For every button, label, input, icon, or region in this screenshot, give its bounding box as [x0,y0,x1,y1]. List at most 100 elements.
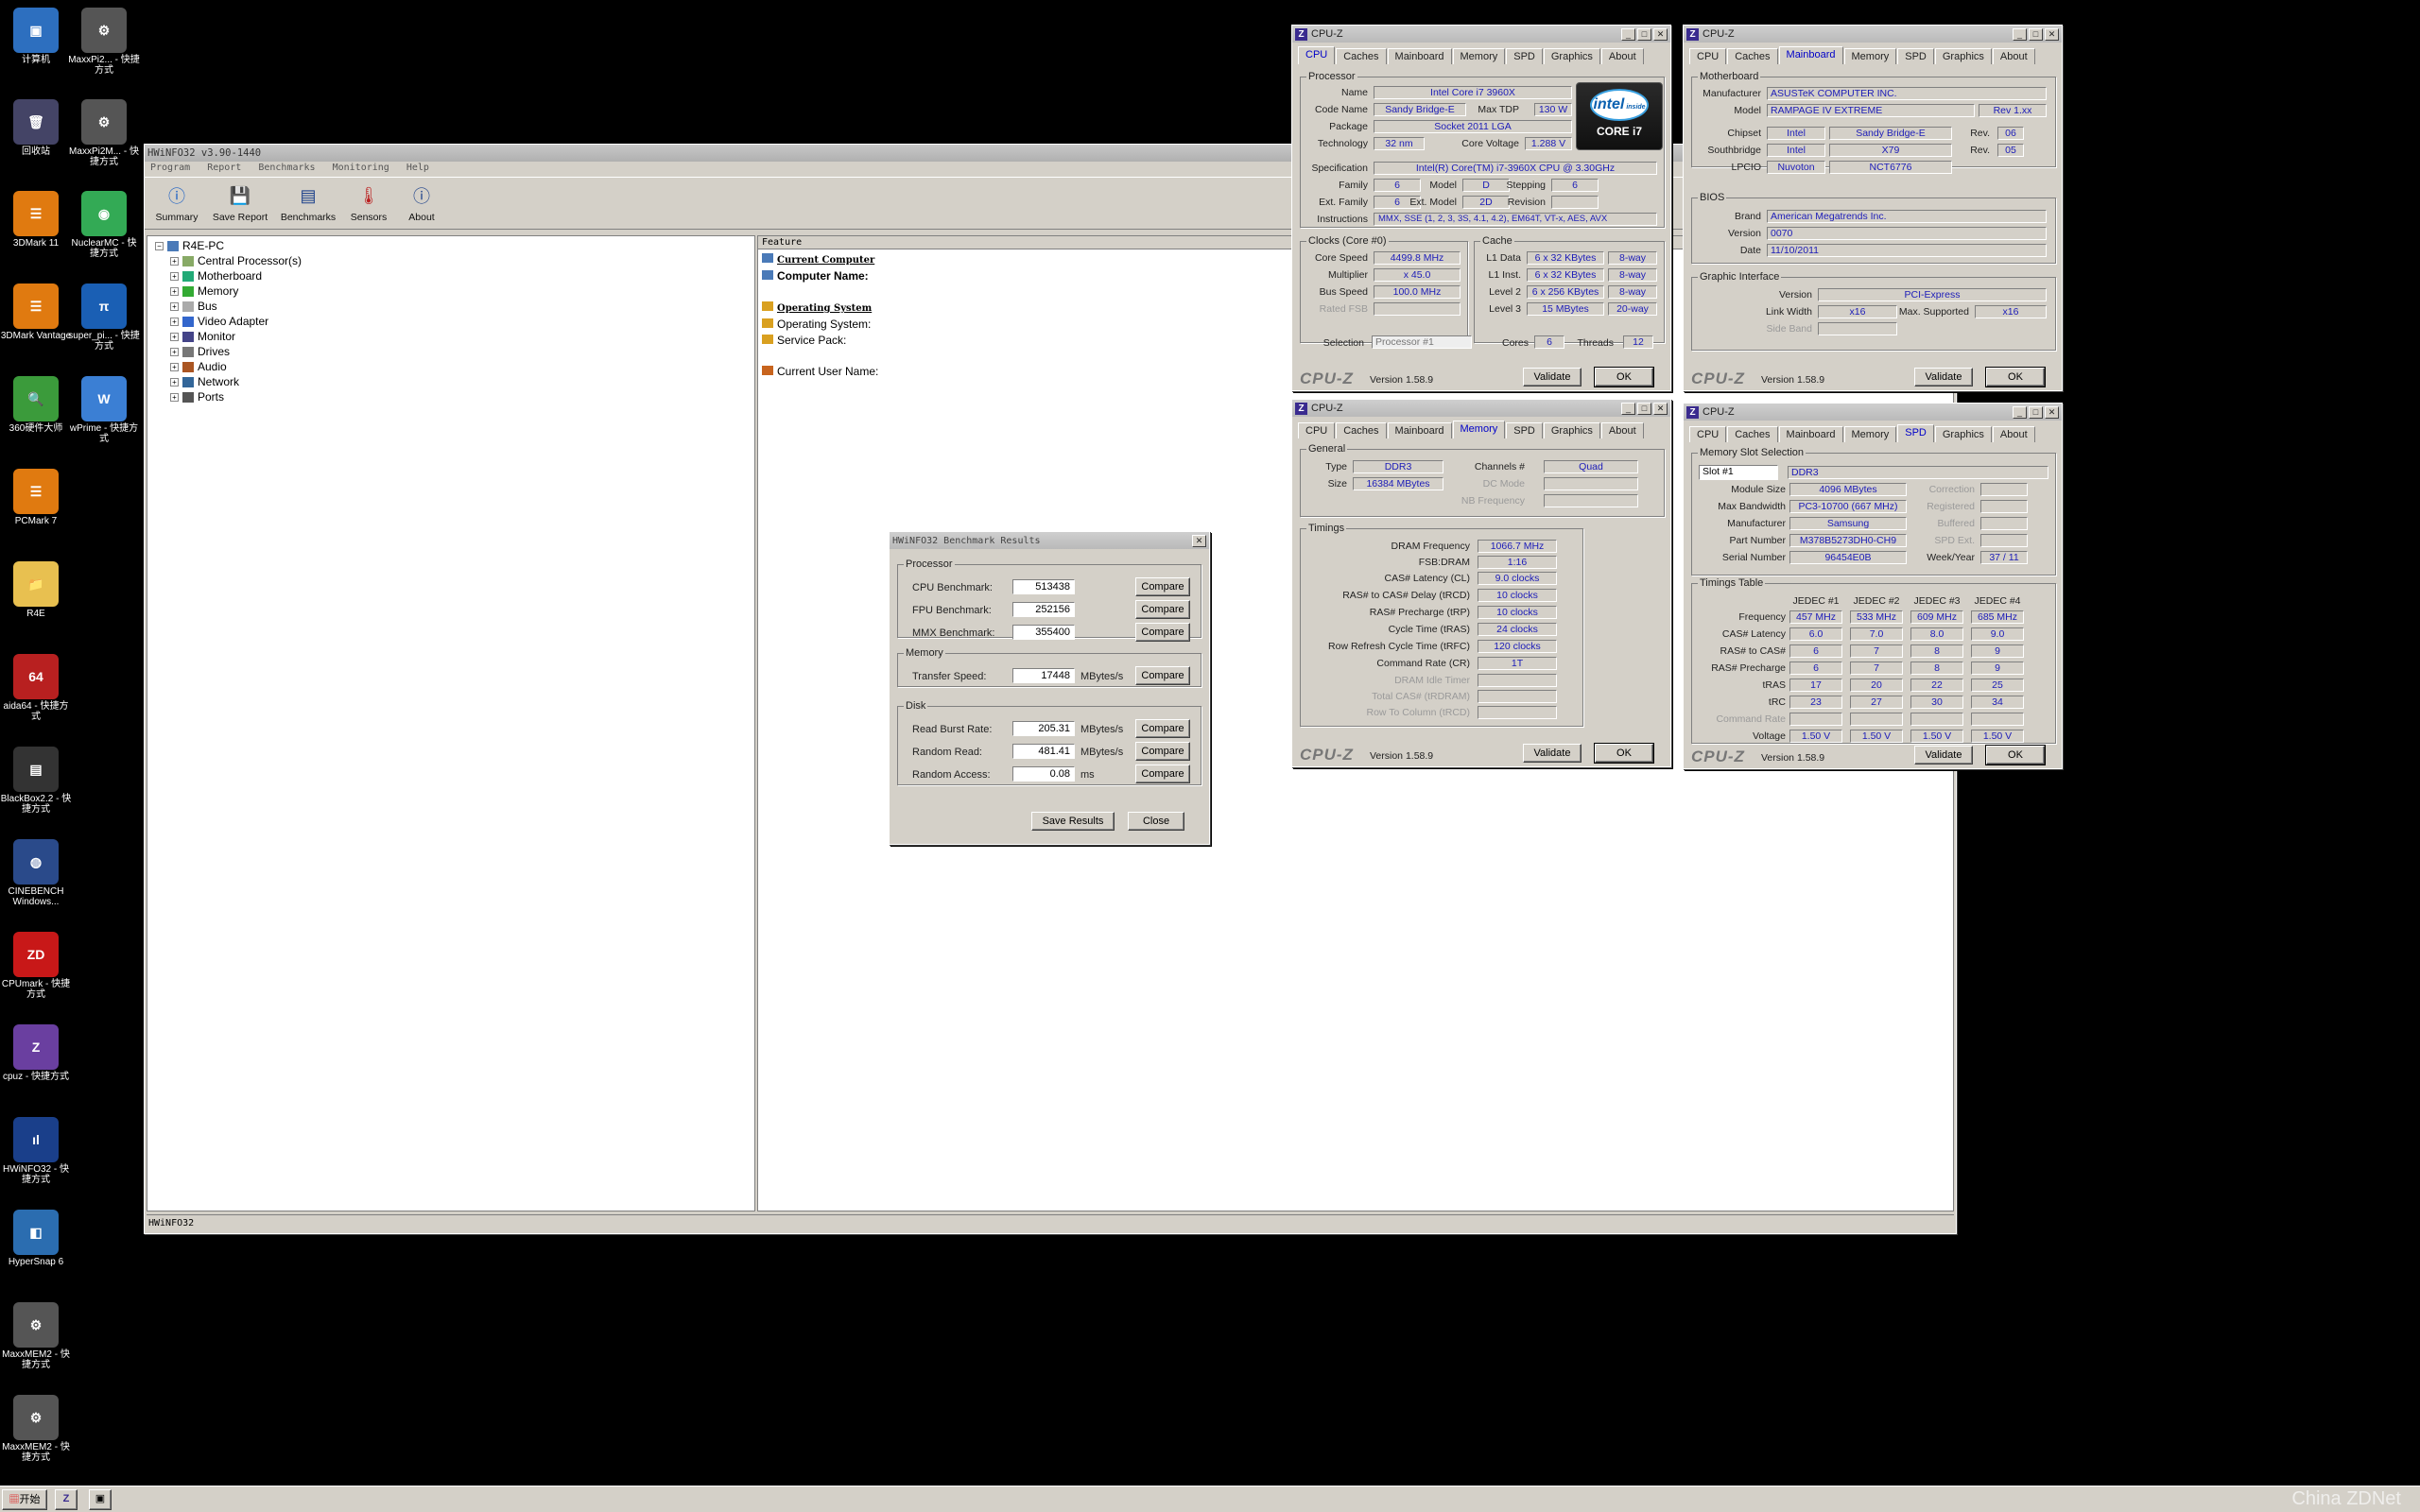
validate-button[interactable]: Validate [1523,744,1582,763]
taskbar-cpuz-icon[interactable]: Z [55,1489,78,1510]
tab-spd[interactable]: SPD [1506,422,1543,438]
expand-icon[interactable]: + [170,257,179,266]
validate-button[interactable]: Validate [1914,368,1973,387]
tab-memory[interactable]: Memory [1452,421,1506,438]
menu-help[interactable]: Help [406,163,429,173]
close-icon[interactable]: ✕ [1653,402,1668,415]
tab-about[interactable]: About [1600,422,1644,438]
ok-button[interactable]: OK [1985,367,2046,387]
expand-icon[interactable]: + [170,333,179,342]
maximize-icon[interactable]: □ [2029,27,2043,41]
validate-button[interactable]: Validate [1523,368,1582,387]
processor-select[interactable]: Processor #1 [1372,335,1472,349]
tab-mainboard[interactable]: Mainboard [1778,426,1843,442]
desktop-icon[interactable]: ☰ PCMark 7 [0,469,72,526]
compare-memory-button[interactable]: Compare [1135,666,1190,685]
compare-burst-button[interactable]: Compare [1135,719,1190,738]
compare-mmx-button[interactable]: Compare [1135,623,1190,642]
expand-icon[interactable]: + [170,318,179,327]
collapse-icon[interactable]: − [155,242,164,251]
compare-random-access-button[interactable]: Compare [1135,765,1190,783]
cpuz-memory-titlebar[interactable]: Z CPU-Z _ □ ✕ [1292,400,1670,417]
expand-icon[interactable]: + [170,348,179,357]
benchmark-titlebar[interactable]: HWiNFO32 Benchmark Results ✕ [890,532,1209,549]
tree-node[interactable]: + Bus [155,299,747,314]
tab-cpu[interactable]: CPU [1689,426,1727,442]
toolbar-about[interactable]: ⓘ About [398,178,445,223]
compare-random-read-button[interactable]: Compare [1135,742,1190,761]
tab-memory[interactable]: Memory [1843,426,1897,442]
desktop-icon[interactable]: π super_pi... - 快捷方式 [68,284,140,352]
tab-spd[interactable]: SPD [1897,48,1934,64]
tree-node[interactable]: + Audio [155,359,747,374]
tab-spd[interactable]: SPD [1506,48,1543,64]
toolbar-summary[interactable]: ⓘ Summary [150,178,203,223]
tab-cpu[interactable]: CPU [1689,48,1727,64]
taskbar-app-icon[interactable]: ▣ [89,1489,112,1510]
toolbar-sensors[interactable]: 🌡 Sensors [345,178,392,224]
tree-node[interactable]: + Network [155,374,747,389]
desktop-icon[interactable]: ◍ CINEBENCH Windows... [0,839,72,907]
minimize-icon[interactable]: _ [2013,405,2027,419]
desktop-icon[interactable]: ⚙ MaxxPi2... - 快捷方式 [68,8,140,76]
tab-caches[interactable]: Caches [1336,48,1387,64]
tree-node[interactable]: + Central Processor(s) [155,253,747,268]
validate-button[interactable]: Validate [1914,746,1973,765]
desktop-icon[interactable]: 64 aida64 - 快捷方式 [0,654,72,722]
tree-node[interactable]: + Monitor [155,329,747,344]
tab-spd[interactable]: SPD [1897,424,1934,442]
slot-select[interactable]: Slot #1 [1699,465,1778,480]
expand-icon[interactable]: + [170,363,179,372]
tab-graphics[interactable]: Graphics [1543,48,1600,64]
minimize-icon[interactable]: _ [1621,402,1635,415]
compare-fpu-button[interactable]: Compare [1135,600,1190,619]
tab-cpu[interactable]: CPU [1298,46,1336,64]
minimize-icon[interactable]: _ [2013,27,2027,41]
close-icon[interactable]: ✕ [1192,534,1206,547]
desktop-icon[interactable]: 🔍 360硬件大师 [0,376,72,434]
desktop-icon[interactable]: ⚙ MaxxMEM2 - 快捷方式 [0,1302,72,1370]
menu-monitoring[interactable]: Monitoring [333,163,389,173]
ok-button[interactable]: OK [1985,745,2046,765]
tab-graphics[interactable]: Graphics [1934,48,1992,64]
save-results-button[interactable]: Save Results [1031,812,1115,831]
desktop-icon[interactable]: ☰ 3DMark Vantage [0,284,72,341]
menu-benchmarks[interactable]: Benchmarks [258,163,315,173]
close-icon[interactable]: ✕ [2045,27,2059,41]
minimize-icon[interactable]: _ [1621,27,1635,41]
tree-node[interactable]: + Drives [155,344,747,359]
maximize-icon[interactable]: □ [2029,405,2043,419]
tab-memory[interactable]: Memory [1843,48,1897,64]
expand-icon[interactable]: + [170,378,179,387]
desktop-icon[interactable]: WwPrime - 快捷方式 [68,376,140,444]
desktop-icon[interactable]: ⚙ MaxxPi2M... - 快捷方式 [68,99,140,167]
compare-cpu-button[interactable]: Compare [1135,577,1190,596]
toolbar-benchmarks[interactable]: ▤ Benchmarks [277,178,339,224]
menu-report[interactable]: Report [207,163,241,173]
tab-caches[interactable]: Caches [1727,48,1778,64]
tab-memory[interactable]: Memory [1452,48,1506,64]
desktop-icon[interactable]: 🗑 回收站 [0,99,72,157]
expand-icon[interactable]: + [170,393,179,403]
tab-about[interactable]: About [1600,48,1644,64]
tab-cpu[interactable]: CPU [1298,422,1336,438]
desktop-icon[interactable]: ⚙ MaxxMEM2 - 快捷方式 [0,1395,72,1463]
tab-mainboard[interactable]: Mainboard [1387,48,1452,64]
tree-node[interactable]: + Motherboard [155,268,747,284]
expand-icon[interactable]: + [170,287,179,297]
desktop-icon[interactable]: ıl HWiNFO32 - 快捷方式 [0,1117,72,1185]
menu-program[interactable]: Program [150,163,190,173]
tree-node[interactable]: + Ports [155,389,747,404]
tab-mainboard[interactable]: Mainboard [1778,46,1843,64]
toolbar-save-report[interactable]: 💾 Save Report [209,178,271,224]
ok-button[interactable]: OK [1594,743,1654,764]
maximize-icon[interactable]: □ [1637,27,1651,41]
desktop-icon[interactable]: ▤ BlackBox2.2 - 快捷方式 [0,747,72,815]
tab-graphics[interactable]: Graphics [1934,426,1992,442]
tree-node[interactable]: + Memory [155,284,747,299]
close-button[interactable]: Close [1128,812,1184,831]
desktop-icon[interactable]: Zcpuz - 快捷方式 [0,1024,72,1082]
tab-caches[interactable]: Caches [1727,426,1778,442]
cpuz-spd-titlebar[interactable]: Z CPU-Z _ □ ✕ [1684,404,2062,421]
desktop-icon[interactable]: ▣ 计算机 [0,8,72,65]
